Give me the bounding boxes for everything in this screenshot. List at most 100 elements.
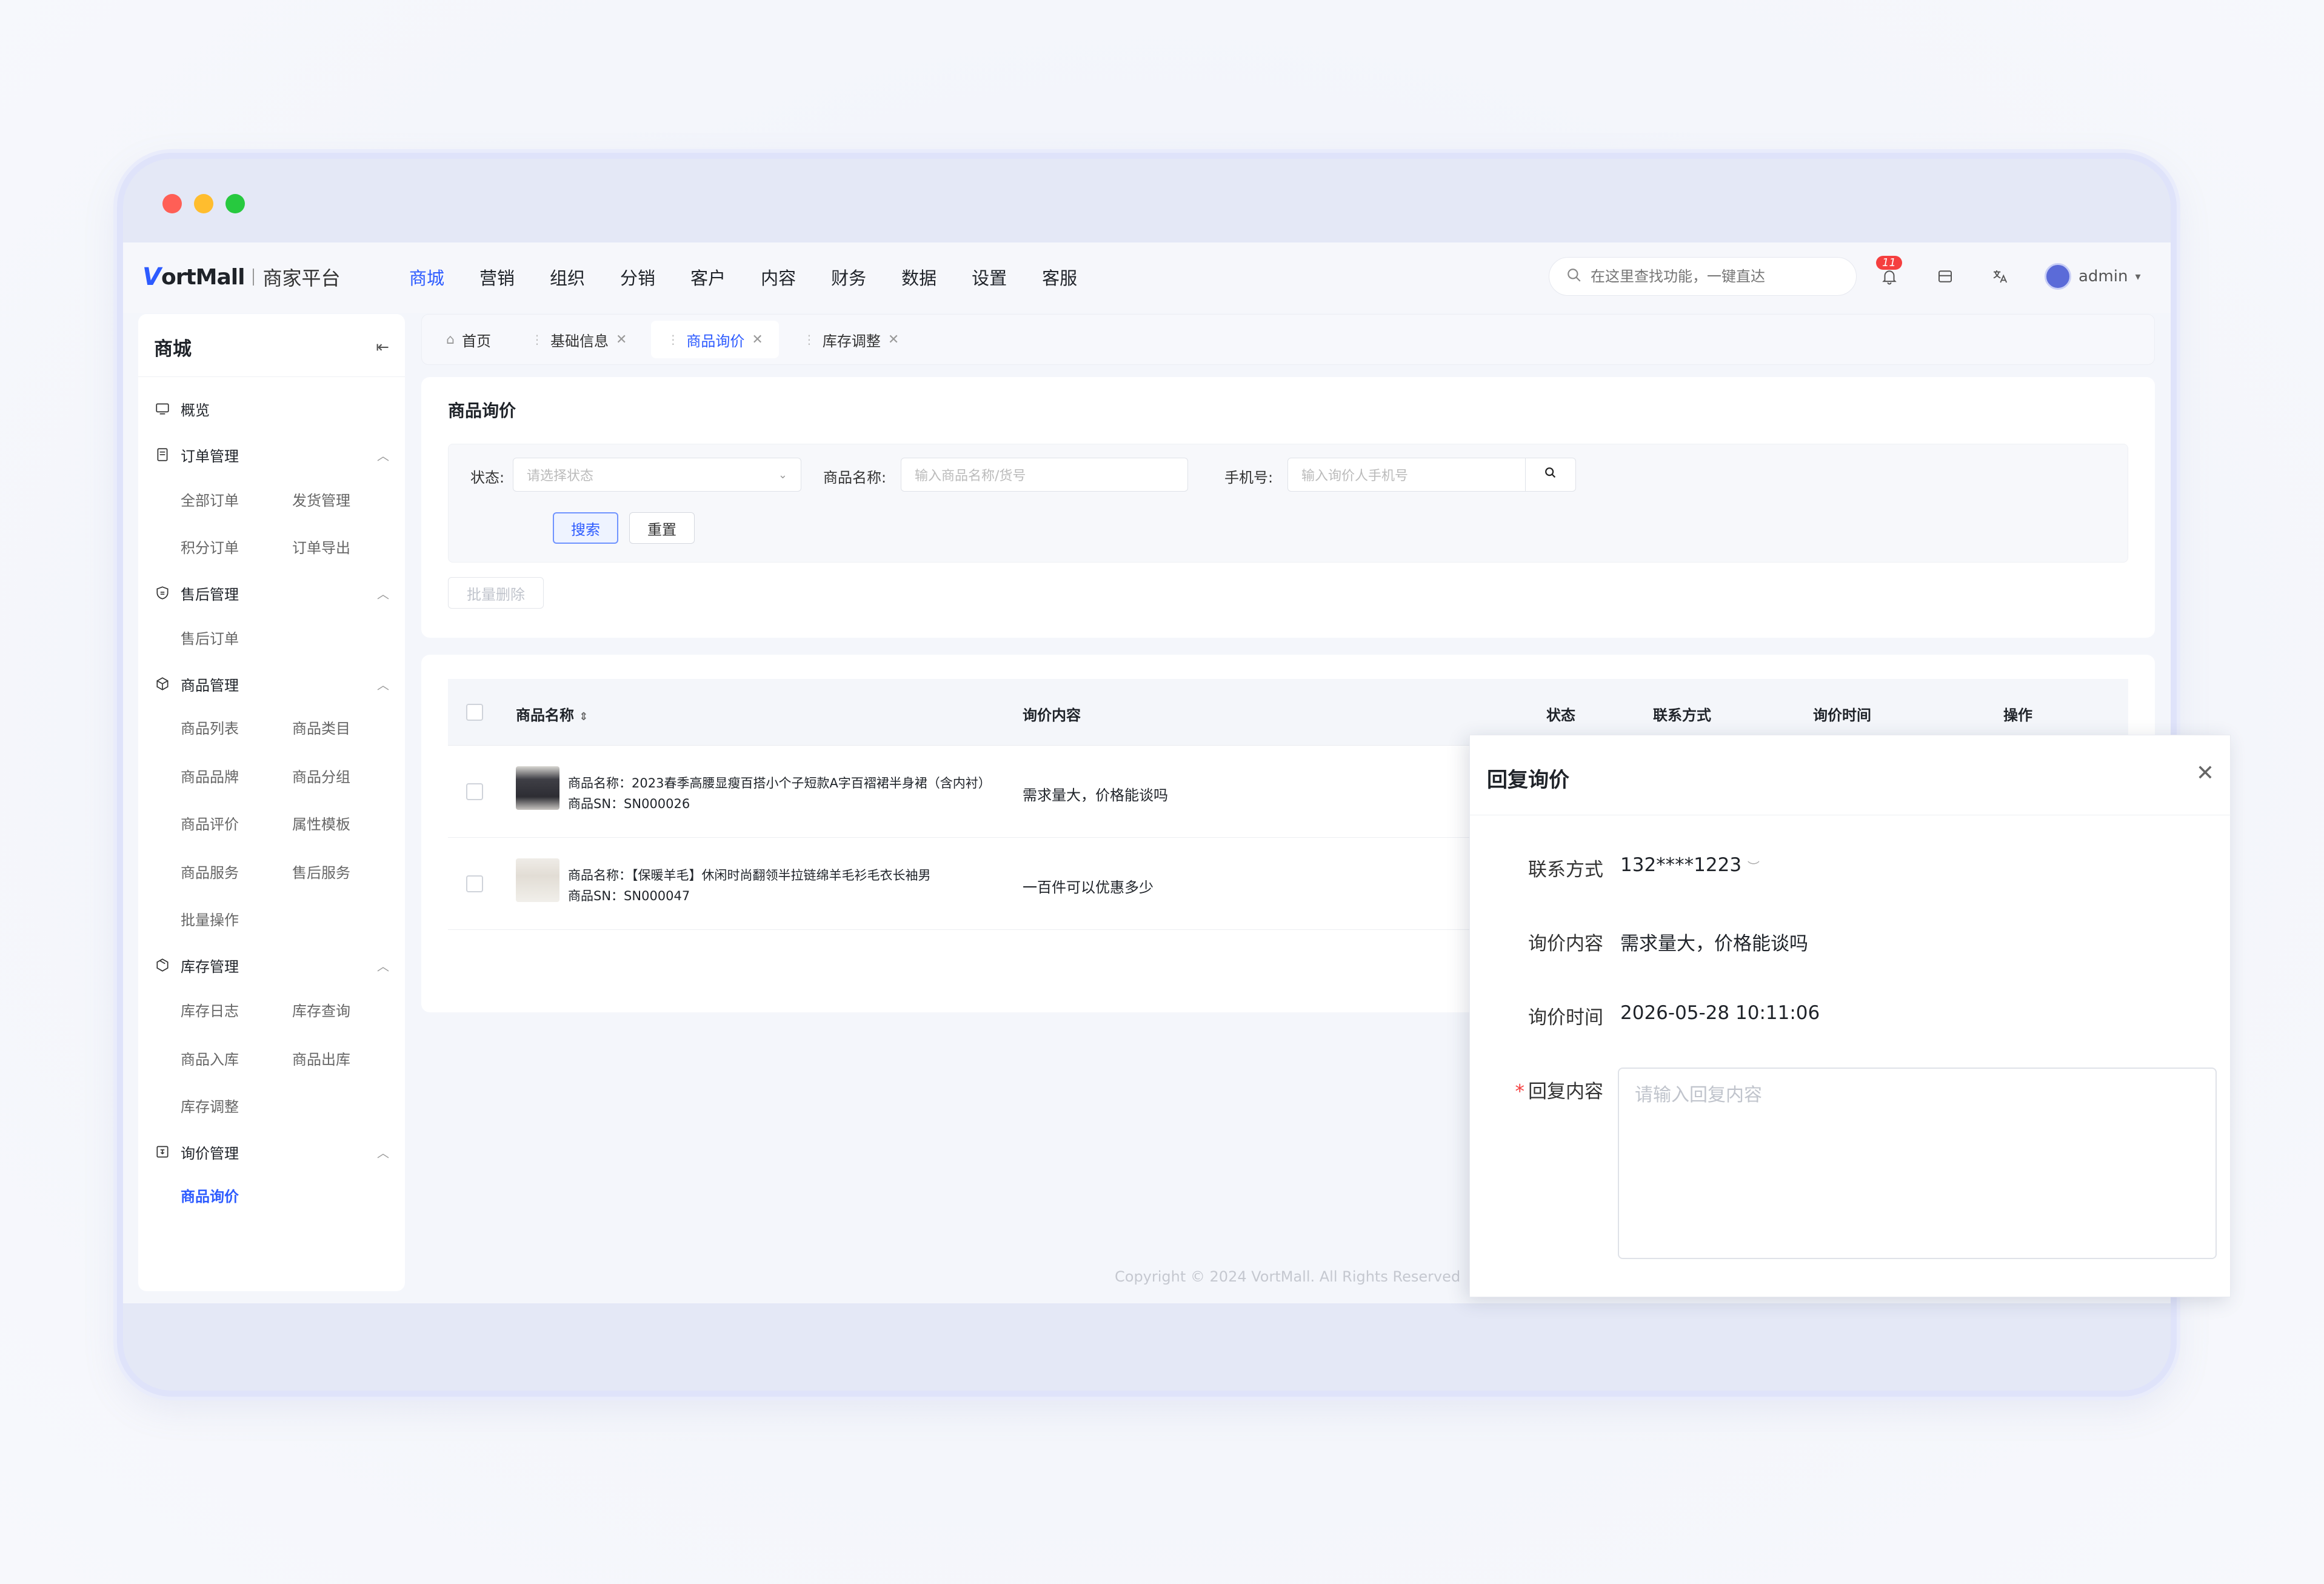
drawer-header: 回复询价 ✕ <box>1470 735 2231 815</box>
batch-delete-button[interactable]: 批量删除 <box>448 577 544 609</box>
drag-handle-icon[interactable]: ⋮ <box>531 332 543 347</box>
logo-mark: V <box>142 263 161 291</box>
sidebar-item-product-category[interactable]: 商品类目 <box>292 717 350 738</box>
logo-name: ortMall <box>161 264 245 290</box>
nav-item-distribution[interactable]: 分销 <box>620 264 655 290</box>
eye-closed-icon[interactable]: ︶ <box>1748 860 1760 874</box>
inquiry-icon <box>154 1143 171 1160</box>
sidebar-group-label: 询价管理 <box>181 1145 239 1162</box>
logo-divider <box>253 269 255 286</box>
sidebar-item-inventory-query[interactable]: 库存查询 <box>292 999 350 1020</box>
sidebar-group-label: 库存管理 <box>181 958 239 975</box>
sidebar-item-shipping[interactable]: 发货管理 <box>292 489 350 510</box>
tab-basic-info[interactable]: ⋮ 基础信息 ✕ <box>515 321 643 358</box>
nav-item-data[interactable]: 数据 <box>901 264 937 290</box>
chevron-up-icon: ︿ <box>377 1145 389 1160</box>
tab-inventory-adjust[interactable]: ⋮ 库存调整 ✕ <box>787 321 915 358</box>
nav-item-mall[interactable]: 商城 <box>409 264 444 290</box>
drag-handle-icon[interactable]: ⋮ <box>667 332 679 347</box>
chevron-up-icon: ︿ <box>377 586 389 601</box>
avatar <box>2045 263 2071 290</box>
reply-content-textarea[interactable]: 请输入回复内容 <box>1618 1068 2217 1259</box>
sidebar-item-points-orders[interactable]: 积分订单 <box>181 536 239 557</box>
sidebar-group-inventory[interactable]: 库存管理 ︿ <box>138 953 405 977</box>
sidebar-group-products[interactable]: 商品管理 ︿ <box>138 672 405 696</box>
column-header-product-name[interactable]: 商品名称 ⇕ <box>516 703 588 724</box>
sidebar-item-inventory-adjust[interactable]: 库存调整 <box>181 1095 239 1116</box>
sidebar-item-aftersale-orders[interactable]: 售后订单 <box>181 627 239 648</box>
inquiry-content-label: 询价内容 <box>1528 933 1603 955</box>
search-button[interactable]: 搜索 <box>553 512 618 544</box>
reset-button[interactable]: 重置 <box>629 512 695 544</box>
nav-item-marketing[interactable]: 营销 <box>479 264 515 290</box>
page-tabs: ⌂ 首页 ⋮ 基础信息 ✕ ⋮ 商品询价 ✕ ⋮ 库存调整 ✕ <box>421 314 2155 365</box>
tab-home[interactable]: ⌂ 首页 <box>430 321 507 358</box>
sidebar-item-stock-in[interactable]: 商品入库 <box>181 1048 239 1069</box>
close-tab-icon[interactable]: ✕ <box>888 332 899 347</box>
sidebar-item-product-inquiry[interactable]: 商品询价 <box>181 1185 239 1206</box>
sidebar-item-batch-ops[interactable]: 批量操作 <box>181 908 239 929</box>
row-checkbox[interactable] <box>466 783 483 800</box>
sidebar-item-order-export[interactable]: 订单导出 <box>292 536 350 557</box>
user-name: admin <box>2079 267 2128 286</box>
minimize-window-dot[interactable] <box>194 194 213 213</box>
user-menu[interactable]: admin ▾ <box>2045 263 2141 290</box>
sidebar-item-inventory-log[interactable]: 库存日志 <box>181 999 239 1020</box>
sidebar-group-orders[interactable]: 订单管理 ︿ <box>138 443 405 467</box>
product-name: 商品名称：2023春季高腰显瘦百搭小个子短款A字百褶裙半身裙（含内衬） <box>568 776 991 790</box>
phone-label: 手机号: <box>1224 469 1274 486</box>
order-icon <box>154 446 171 463</box>
nav-item-organization[interactable]: 组织 <box>550 264 585 290</box>
sidebar-item-aftersale-service[interactable]: 售后服务 <box>292 861 350 882</box>
sidebar-item-product-brand[interactable]: 商品品牌 <box>181 765 239 786</box>
product-name-input[interactable]: 输入商品名称/货号 <box>901 458 1188 492</box>
close-tab-icon[interactable]: ✕ <box>616 332 627 347</box>
sidebar-item-product-list[interactable]: 商品列表 <box>181 717 239 738</box>
select-all-checkbox[interactable] <box>466 704 483 721</box>
sidebar-group-aftersale[interactable]: 售后管理 ︿ <box>138 581 405 605</box>
copyright-footer: Copyright © 2024 VortMall. All Rights Re… <box>1115 1268 1461 1285</box>
status-select[interactable]: 请选择状态 ⌄ <box>513 458 801 492</box>
close-window-dot[interactable] <box>162 194 182 213</box>
sidebar-item-product-review[interactable]: 商品评价 <box>181 812 239 834</box>
sidebar-item-stock-out[interactable]: 商品出库 <box>292 1048 350 1069</box>
nav-item-customer[interactable]: 客户 <box>690 264 726 290</box>
translate-icon[interactable] <box>1988 264 2012 289</box>
product-name-placeholder: 输入商品名称/货号 <box>915 469 1026 484</box>
maximize-window-dot[interactable] <box>225 194 245 213</box>
nav-item-content[interactable]: 内容 <box>761 264 796 290</box>
tab-product-inquiry[interactable]: ⋮ 商品询价 ✕ <box>651 321 779 358</box>
drawer-title: 回复询价 <box>1487 768 1569 792</box>
sort-icon[interactable]: ⇕ <box>579 710 588 723</box>
row-checkbox[interactable] <box>466 875 483 892</box>
tab-label: 商品询价 <box>686 332 745 350</box>
drag-handle-icon[interactable]: ⋮ <box>803 332 815 347</box>
nav-item-finance[interactable]: 财务 <box>831 264 866 290</box>
close-tab-icon[interactable]: ✕ <box>752 332 763 347</box>
nav-item-settings[interactable]: 设置 <box>972 264 1007 290</box>
product-name: 商品名称：【保暖羊毛】休闲时尚翻领半拉链绵羊毛衫毛衣长袖男 <box>568 868 931 883</box>
close-icon[interactable]: ✕ <box>2196 761 2214 786</box>
collapse-sidebar-icon[interactable]: ⇤ <box>376 338 389 356</box>
nav-item-service[interactable]: 客服 <box>1042 264 1077 290</box>
global-search[interactable] <box>1549 257 1857 296</box>
global-search-input[interactable] <box>1591 268 1845 285</box>
logo[interactable]: V ortMall 商家平台 <box>142 263 340 291</box>
sidebar-item-attribute-template[interactable]: 属性模板 <box>292 812 350 834</box>
sidebar-item-overview[interactable]: 概览 <box>138 396 405 421</box>
sidebar-title: 商城 <box>154 338 192 360</box>
sidebar: 商城 ⇤ 概览 订单管理 ︿ 全部订单 发货管理 积分订单 订单导出 售后管理 <box>138 314 405 1291</box>
sidebar-group-inquiry[interactable]: 询价管理 ︿ <box>138 1140 405 1164</box>
inquiry-content-value: 需求量大，价格能谈吗 <box>1620 933 1808 955</box>
sidebar-group-label: 商品管理 <box>181 677 239 694</box>
sidebar-item-product-service[interactable]: 商品服务 <box>181 861 239 882</box>
sidebar-item-all-orders[interactable]: 全部订单 <box>181 489 239 510</box>
product-thumbnail <box>516 766 559 810</box>
reply-content-placeholder: 请输入回复内容 <box>1635 1084 1762 1106</box>
chevron-up-icon: ︿ <box>377 958 389 974</box>
store-icon[interactable] <box>1933 264 1957 289</box>
phone-input[interactable]: 输入询价人手机号 <box>1287 458 1526 492</box>
sidebar-item-product-group[interactable]: 商品分组 <box>292 765 350 786</box>
phone-search-button[interactable] <box>1525 458 1576 492</box>
inquiry-time-value: 2026-05-28 10:11:06 <box>1620 1002 1820 1024</box>
